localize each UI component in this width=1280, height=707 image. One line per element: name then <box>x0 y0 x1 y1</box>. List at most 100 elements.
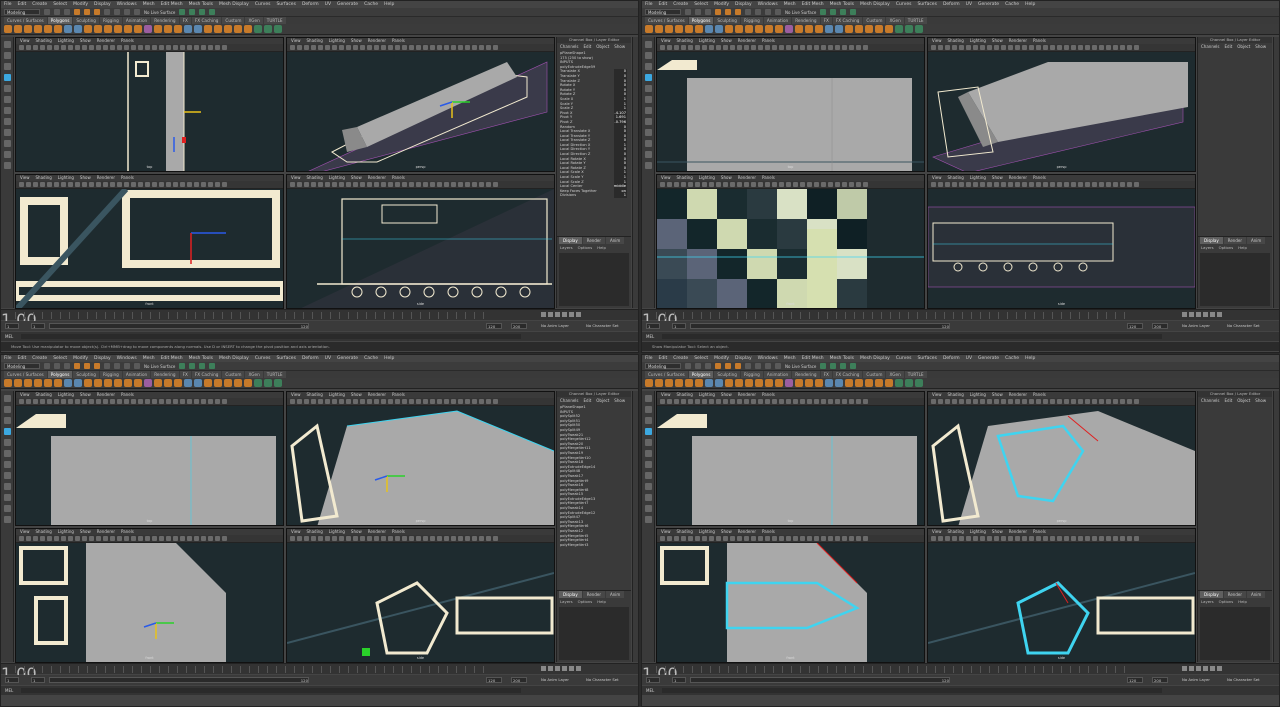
panel-toolbar-icon[interactable] <box>1092 182 1097 187</box>
panel-toolbar-icon[interactable] <box>688 399 693 404</box>
panel-toolbar-icon[interactable] <box>180 45 185 50</box>
select-tool-icon[interactable] <box>644 395 652 402</box>
panel-toolbar-icon[interactable] <box>709 182 714 187</box>
shelf-tab-animation[interactable]: Animation <box>122 371 151 378</box>
snap-curve-icon[interactable] <box>114 9 120 15</box>
panel-toolbar-icon[interactable] <box>681 182 686 187</box>
channel-menu-channels[interactable]: Channels <box>560 43 579 51</box>
panel-toolbar-icon[interactable] <box>451 182 456 187</box>
four-layout-icon[interactable] <box>644 129 652 136</box>
panel-toolbar-icon[interactable] <box>1113 45 1118 50</box>
panel-toolbar-icon[interactable] <box>61 182 66 187</box>
panel-menu-shading[interactable]: Shading <box>677 38 693 44</box>
layer-tab-render[interactable]: Render <box>1223 591 1246 598</box>
panel-toolbar-icon[interactable] <box>117 182 122 187</box>
panel-toolbar-icon[interactable] <box>1071 399 1076 404</box>
panel-toolbar-icon[interactable] <box>737 399 742 404</box>
shelf-tool-icon[interactable] <box>34 25 42 33</box>
panel-toolbar-icon[interactable] <box>75 45 80 50</box>
layer-menu-layers[interactable]: Layers <box>560 598 573 605</box>
shelf-tab-custom[interactable]: Custom <box>222 17 245 24</box>
shelf-tool-icon[interactable] <box>44 25 52 33</box>
panel-toolbar-icon[interactable] <box>716 536 721 541</box>
range-start-field[interactable]: 1 <box>5 323 19 329</box>
layer-menu-options[interactable]: Options <box>1219 244 1234 251</box>
shelf-tab-rigging[interactable]: Rigging <box>99 371 122 378</box>
rotate-tool-icon[interactable] <box>3 85 11 92</box>
panel-toolbar-icon[interactable] <box>730 182 735 187</box>
menu-surfaces[interactable]: Surfaces <box>276 1 296 8</box>
shelf-tool-icon[interactable] <box>835 25 843 33</box>
playback-end-field[interactable]: 120 <box>486 323 502 329</box>
panel-toolbar-icon[interactable] <box>215 536 220 541</box>
panel-menu-view[interactable]: View <box>20 392 30 398</box>
panel-toolbar-icon[interactable] <box>19 182 24 187</box>
menu-create[interactable]: Create <box>32 355 47 362</box>
panel-menu-panels[interactable]: Panels <box>762 392 775 398</box>
panel-toolbar-icon[interactable] <box>187 182 192 187</box>
menu-help[interactable]: Help <box>1025 1 1035 8</box>
panel-toolbar-icon[interactable] <box>779 399 784 404</box>
viewport-scene[interactable] <box>16 543 283 663</box>
panel-toolbar-icon[interactable] <box>821 399 826 404</box>
panel-toolbar-icon[interactable] <box>325 536 330 541</box>
panel-toolbar-icon[interactable] <box>465 536 470 541</box>
panel-toolbar-icon[interactable] <box>1134 45 1139 50</box>
panel-menu-view[interactable]: View <box>20 38 30 44</box>
range-slider-bar[interactable]: 120 <box>49 323 309 329</box>
shelf-tool-icon[interactable] <box>745 379 753 387</box>
panel-menu-shading[interactable]: Shading <box>948 529 964 535</box>
panel-menu-shading[interactable]: Shading <box>948 175 964 181</box>
new-scene-icon[interactable] <box>685 363 691 369</box>
shelf-tool-icon[interactable] <box>895 25 903 33</box>
panel-toolbar-icon[interactable] <box>325 182 330 187</box>
panel-toolbar-icon[interactable] <box>931 182 936 187</box>
snap-grid-icon[interactable] <box>104 9 110 15</box>
panel-toolbar-icon[interactable] <box>695 399 700 404</box>
panel-toolbar-icon[interactable] <box>931 536 936 541</box>
shelf-tool-icon[interactable] <box>655 379 663 387</box>
shelf-tool-icon[interactable] <box>44 379 52 387</box>
panel-toolbar-icon[interactable] <box>952 399 957 404</box>
panel-toolbar-icon[interactable] <box>702 399 707 404</box>
panel-toolbar-icon[interactable] <box>1029 182 1034 187</box>
panel-toolbar-icon[interactable] <box>765 45 770 50</box>
panel-toolbar-icon[interactable] <box>388 45 393 50</box>
panel-toolbar-icon[interactable] <box>987 399 992 404</box>
panel-toolbar-icon[interactable] <box>814 182 819 187</box>
panel-menu-renderer[interactable]: Renderer <box>368 175 386 181</box>
panel-toolbar-icon[interactable] <box>215 182 220 187</box>
panel-toolbar-icon[interactable] <box>493 182 498 187</box>
shelf-tool-icon[interactable] <box>234 379 242 387</box>
side-layout-icon[interactable] <box>644 494 652 501</box>
panel-toolbar-icon[interactable] <box>709 399 714 404</box>
panel-toolbar-icon[interactable] <box>96 182 101 187</box>
panel-menu-panels[interactable]: Panels <box>1033 392 1046 398</box>
shelf-tool-icon[interactable] <box>174 25 182 33</box>
panel-menu-show[interactable]: Show <box>721 38 732 44</box>
panel-menu-renderer[interactable]: Renderer <box>738 392 756 398</box>
render-icon[interactable] <box>820 9 827 15</box>
panel-toolbar-icon[interactable] <box>311 399 316 404</box>
panel-toolbar-icon[interactable] <box>987 182 992 187</box>
panel-toolbar-icon[interactable] <box>849 182 854 187</box>
panel-toolbar-icon[interactable] <box>772 536 777 541</box>
panel-toolbar-icon[interactable] <box>346 399 351 404</box>
panel-toolbar-icon[interactable] <box>1043 182 1048 187</box>
panel-toolbar-icon[interactable] <box>751 45 756 50</box>
panel-toolbar-icon[interactable] <box>395 45 400 50</box>
panel-toolbar-icon[interactable] <box>931 399 936 404</box>
panel-toolbar-icon[interactable] <box>723 399 728 404</box>
panel-toolbar-icon[interactable] <box>117 536 122 541</box>
shelf-tool-icon[interactable] <box>835 379 843 387</box>
viewport-scene[interactable] <box>657 543 924 663</box>
panel-toolbar-icon[interactable] <box>994 536 999 541</box>
channel-menu-show[interactable]: Show <box>1255 43 1266 51</box>
menu-display[interactable]: Display <box>735 1 752 8</box>
panel-toolbar-icon[interactable] <box>360 182 365 187</box>
panel-toolbar-icon[interactable] <box>688 536 693 541</box>
panel-toolbar-icon[interactable] <box>201 182 206 187</box>
shelf-tool-icon[interactable] <box>655 25 663 33</box>
panel-toolbar-icon[interactable] <box>54 399 59 404</box>
panel-menu-lighting[interactable]: Lighting <box>699 38 715 44</box>
